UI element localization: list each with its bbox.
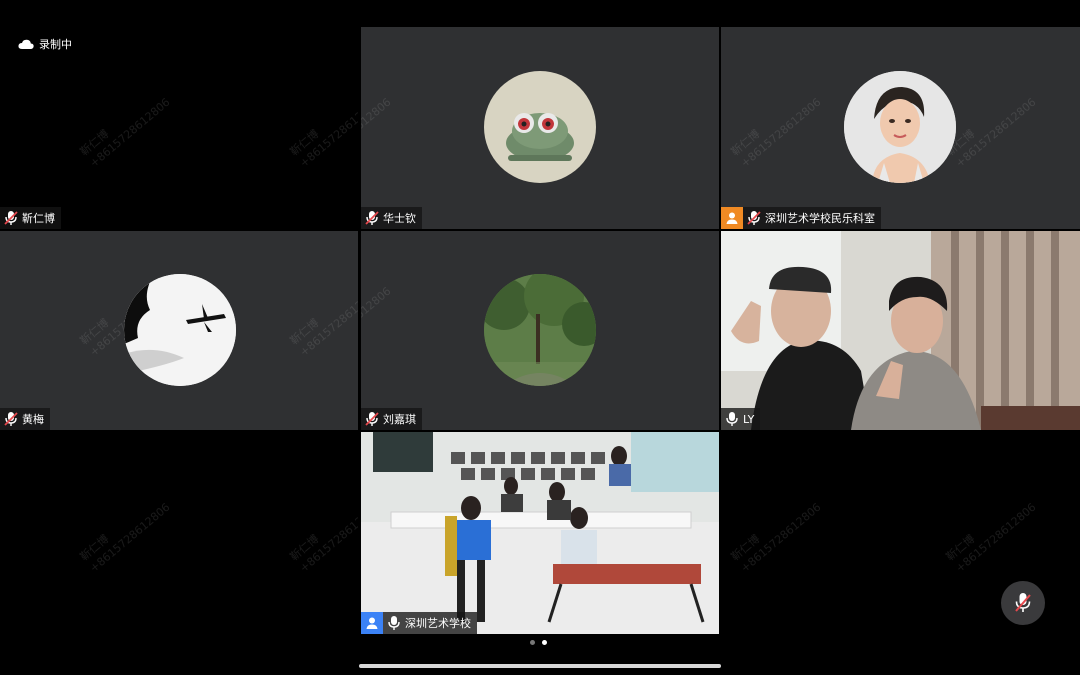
participant-name-tag: 靳仁博 xyxy=(0,207,61,229)
page-dot-2[interactable] xyxy=(542,640,547,645)
avatar-woman xyxy=(844,71,956,183)
camera-feed-classroom xyxy=(361,432,719,634)
watermark: 靳仁博+8615728612806 xyxy=(728,95,824,170)
mic-on-icon xyxy=(388,616,400,630)
mic-on-icon xyxy=(726,412,738,426)
watermark: 靳仁博+8615728612806 xyxy=(361,95,394,170)
watermark: 靳仁博+8615728612806 xyxy=(943,95,1039,170)
participant-name-tag: 华士钦 xyxy=(361,207,422,229)
trees-avatar-image xyxy=(484,274,596,386)
mic-muted-icon xyxy=(1015,593,1031,612)
mic-muted-icon xyxy=(747,211,761,225)
recording-indicator[interactable]: 录制中 xyxy=(18,36,72,52)
person-icon xyxy=(366,617,378,629)
home-indicator-bar[interactable] xyxy=(359,664,721,668)
video-tile-huashiqin[interactable]: 靳仁博+8615728612806 华士钦 xyxy=(361,27,719,229)
mic-muted-icon xyxy=(365,211,379,225)
page-dot-1[interactable] xyxy=(530,640,535,645)
watermark: 靳仁博+8615728612806 xyxy=(361,284,394,359)
floating-mic-button[interactable] xyxy=(1001,581,1045,625)
participant-name-tag: 深圳艺术学校民乐科室 xyxy=(721,207,881,229)
watermark: 靳仁博+8615728612806 xyxy=(77,95,173,170)
mic-muted-icon xyxy=(4,412,18,426)
video-tile-shenzhen-school[interactable]: 深圳艺术学校 xyxy=(361,432,719,634)
watermark: 靳仁博+8615728612806 xyxy=(77,500,173,575)
frog-avatar-image xyxy=(506,113,574,161)
airplane-avatar-image xyxy=(124,274,236,386)
video-tile-jinrenbo[interactable]: 靳仁博 +8615728612806 靳仁博 +8615728612806 靳仁博 xyxy=(0,27,358,229)
mic-muted-icon xyxy=(4,211,18,225)
recording-label: 录制中 xyxy=(39,38,72,51)
participant-name-tag: 黄梅 xyxy=(0,408,50,430)
cloud-icon xyxy=(18,39,34,49)
video-tile-ly[interactable]: LY xyxy=(721,231,1080,430)
cohost-badge xyxy=(361,612,383,634)
page-indicator[interactable] xyxy=(530,640,547,645)
video-tile-shenzhen-minyue[interactable]: 靳仁博 +8615728612806 靳仁博 +8615728612806 深圳艺术… xyxy=(721,27,1080,229)
participant-name-tag: 深圳艺术学校 xyxy=(361,612,477,634)
watermark: 靳仁博+8615728612806 xyxy=(287,95,358,170)
person-icon xyxy=(726,212,738,224)
mic-muted-icon xyxy=(365,412,379,426)
host-badge xyxy=(721,207,743,229)
participant-name-tag: 刘嘉琪 xyxy=(361,408,422,430)
watermark: 靳仁博+8615728612806 xyxy=(287,284,358,359)
empty-tile-left: 靳仁博 +8615728612806 靳仁博 +8615728612806 xyxy=(0,432,358,634)
watermark: 靳仁博+8615728612806 xyxy=(943,500,1039,575)
participant-name-tag: LY xyxy=(721,408,761,430)
portrait-avatar-image xyxy=(844,71,956,183)
watermark: 靳仁博+8615728612806 xyxy=(287,500,358,575)
video-tile-huangmei[interactable]: 靳仁博+8615728612806 靳仁博+8615728612806 黄梅 xyxy=(0,231,358,430)
avatar-airplane xyxy=(124,274,236,386)
video-tile-liujiaqi[interactable]: 靳仁博+8615728612806 刘嘉琪 xyxy=(361,231,719,430)
camera-feed-two-people xyxy=(721,231,1080,430)
avatar-trees xyxy=(484,274,596,386)
avatar-frog xyxy=(484,71,596,183)
watermark: 靳仁博+8615728612806 xyxy=(728,500,824,575)
